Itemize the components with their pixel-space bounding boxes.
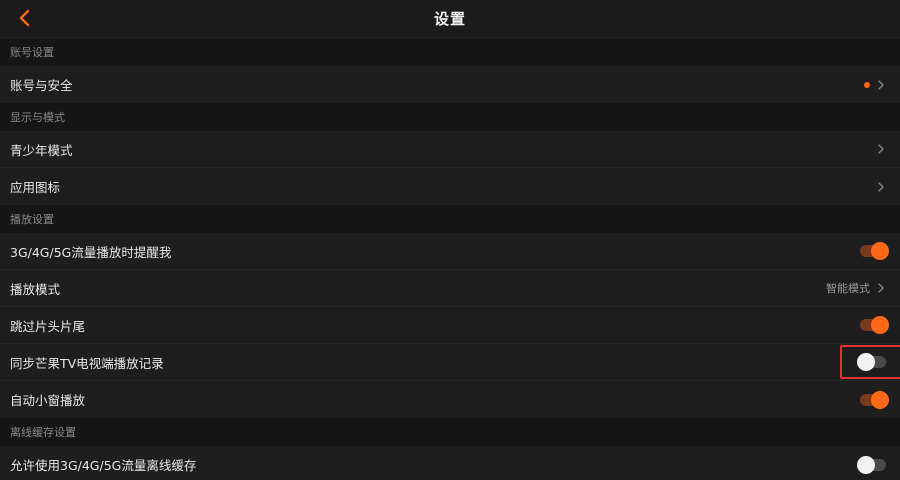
- chevron-right-icon: [876, 79, 886, 91]
- setting-toggle-row: 3G/4G/5G流量播放时提醒我: [0, 233, 900, 270]
- setting-label: 账号与安全: [10, 78, 73, 93]
- toggle-switch[interactable]: [860, 242, 889, 260]
- setting-control: [864, 79, 886, 91]
- setting-toggle-row: 同步芒果TV电视端播放记录: [0, 344, 900, 381]
- setting-label: 青少年模式: [10, 142, 73, 158]
- toggle-knob: [857, 353, 875, 371]
- setting-link-row[interactable]: 账号与安全: [0, 66, 900, 103]
- chevron-right-icon: [876, 143, 886, 155]
- section-header: 账号设置: [0, 38, 900, 66]
- nav-header: 设置: [0, 0, 900, 38]
- setting-toggle-row: 跳过片头片尾: [0, 307, 900, 344]
- setting-label: 播放模式: [10, 281, 61, 297]
- setting-control: [860, 242, 889, 260]
- settings-screen: 设置 账号设置账号与安全显示与模式青少年模式应用图标播放设置 3G/4G/5G流量…: [0, 0, 900, 480]
- setting-label: 自动小窗播放: [10, 393, 86, 408]
- setting-link-row[interactable]: 应用图标: [0, 168, 900, 205]
- back-button[interactable]: [12, 6, 36, 30]
- section-header: 播放设置: [0, 205, 900, 233]
- section-header: 离线缓存设置: [0, 418, 900, 446]
- toggle-knob: [857, 455, 875, 474]
- setting-control: [860, 316, 889, 334]
- toggle-switch[interactable]: [860, 316, 889, 334]
- setting-link-row[interactable]: 青少年模式: [0, 131, 900, 168]
- section-header: 显示与模式: [0, 103, 900, 131]
- setting-label: 3G/4G/5G流量播放时提醒我: [10, 244, 172, 260]
- setting-control: [857, 353, 886, 371]
- setting-label: 允许使用3G/4G/5G流量离线缓存: [10, 458, 197, 473]
- page-title: 设置: [433, 10, 466, 28]
- setting-label: 应用图标: [10, 180, 61, 195]
- setting-toggle-row: 允许使用3G/4G/5G流量离线缓存: [0, 446, 900, 480]
- setting-link-row[interactable]: 播放模式 智能模式: [0, 270, 900, 307]
- setting-control: [876, 143, 886, 155]
- toggle-switch[interactable]: [857, 455, 886, 474]
- settings-list: 账号设置账号与安全显示与模式青少年模式应用图标播放设置 3G/4G/5G流量播放时…: [0, 38, 900, 480]
- setting-value: 智能模式: [826, 282, 870, 295]
- setting-control: [860, 390, 889, 409]
- toggle-knob: [871, 242, 889, 260]
- setting-label: 同步芒果TV电视端播放记录: [10, 355, 164, 371]
- chevron-left-icon: [19, 9, 30, 27]
- toggle-knob: [871, 316, 889, 334]
- setting-toggle-row: 自动小窗播放: [0, 381, 900, 418]
- toggle-knob: [871, 390, 889, 409]
- toggle-switch[interactable]: [860, 390, 889, 409]
- chevron-right-icon: [876, 181, 886, 193]
- setting-control: 智能模式: [826, 280, 886, 296]
- setting-label: 跳过片头片尾: [10, 318, 86, 334]
- setting-control: [857, 455, 886, 474]
- toggle-switch[interactable]: [857, 353, 886, 371]
- chevron-right-icon: [876, 282, 886, 294]
- setting-control: [876, 181, 886, 193]
- notification-dot: [864, 81, 870, 88]
